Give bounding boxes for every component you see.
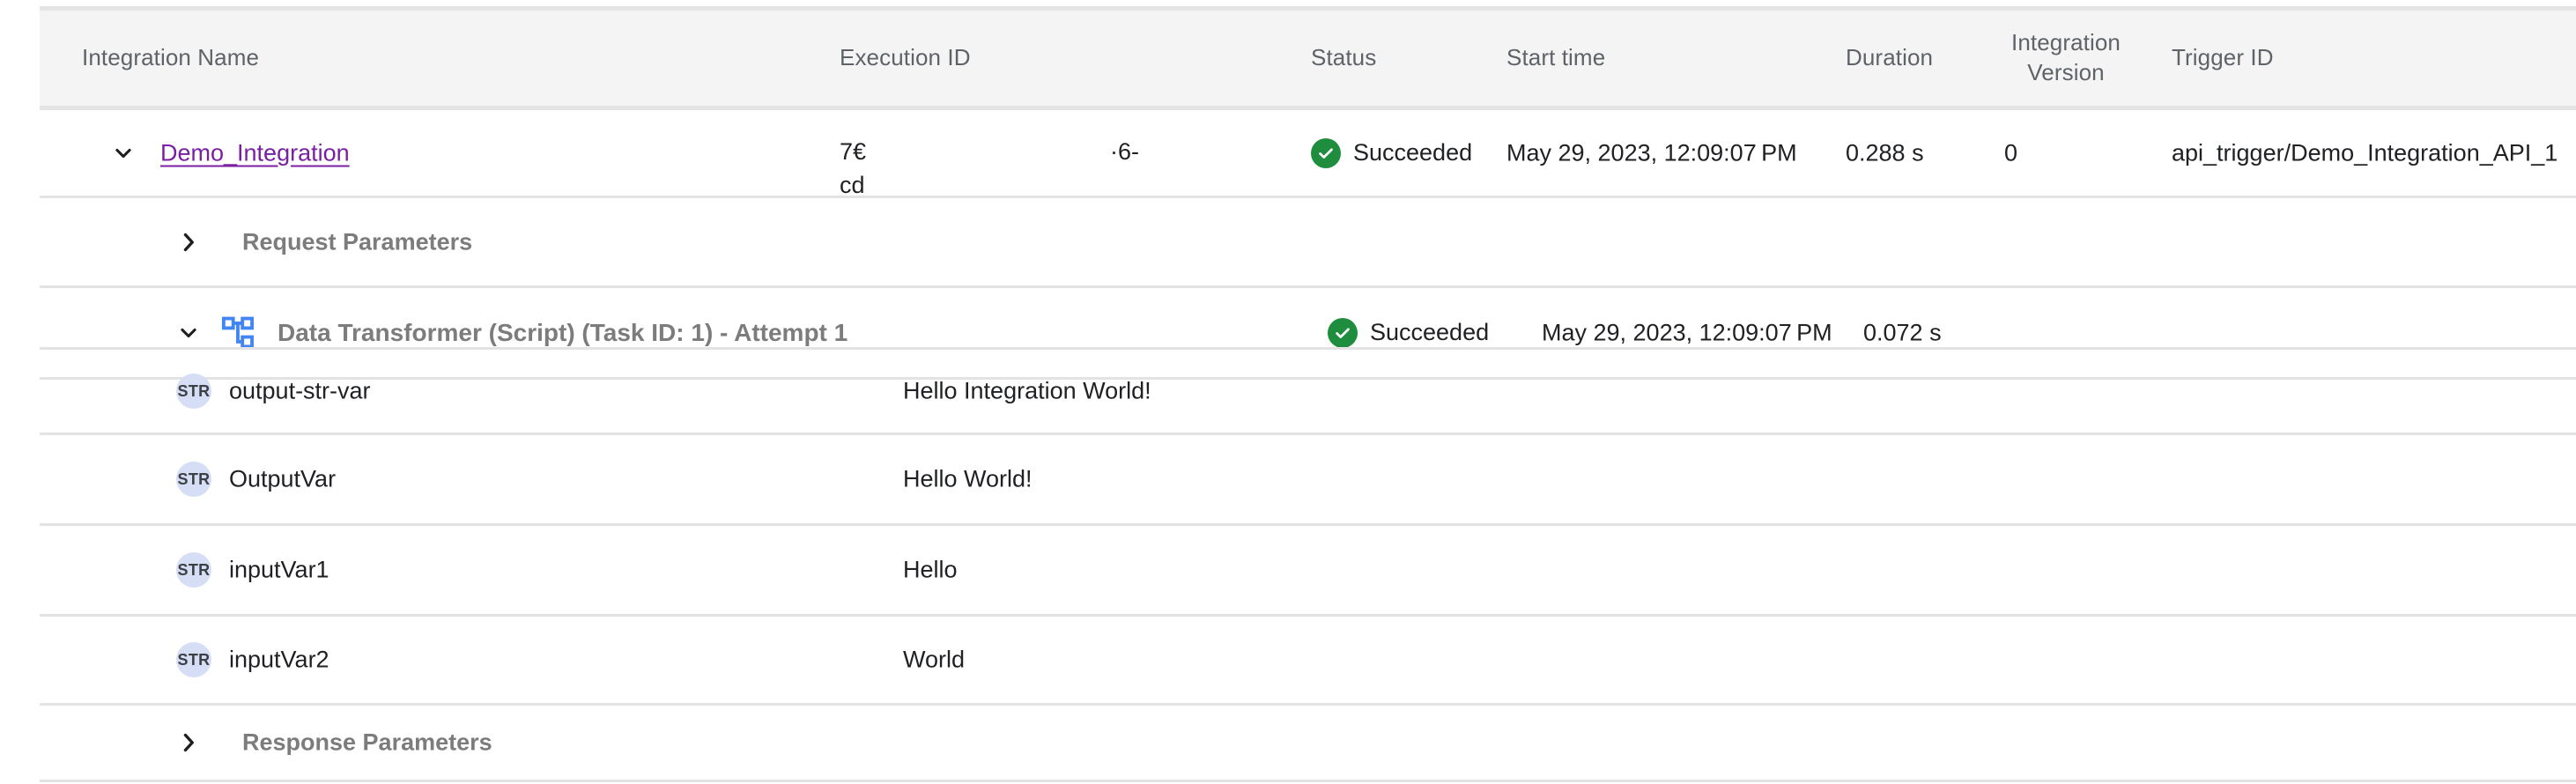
task-duration-value: 0.072 s [1863,319,1942,346]
variable-row[interactable]: STR OutputVar Hello World! [40,433,2576,523]
column-header-integration-name: Integration Name [82,44,259,72]
task-label: Data Transformer (Script) (Task ID: 1) -… [278,319,848,347]
table-header-row: Integration Name Execution ID Status Sta… [40,6,2576,110]
variable-value: Hello World! [903,466,1033,493]
type-badge-str: STR [176,374,211,409]
duration-value: 0.288 s [1846,139,1924,166]
request-parameters-label: Request Parameters [242,228,472,255]
integration-version-value: 0 [2004,139,2017,166]
variable-row[interactable]: STR output-str-var Hello Integration Wor… [40,347,2576,433]
execution-logs-table: Integration Name Execution ID Status Sta… [0,0,2576,784]
task-status-badge: Succeeded [1328,318,1489,348]
status-text: Succeeded [1353,139,1472,166]
execution-id-line2: cd [840,172,865,199]
column-header-integration-version: Integration Version [2000,28,2132,88]
task-start-time-value: May 29, 2023, 12:09:07 PM [1542,319,1832,346]
column-header-start-time: Start time [1506,44,1605,72]
variable-value: Hello [903,557,958,584]
execution-id-line1-tail: ·6- [1110,138,1139,166]
column-header-trigger-id: Trigger ID [2172,44,2274,72]
variable-name: inputVar1 [229,557,329,584]
type-badge-str: STR [176,642,211,677]
integration-name-link[interactable]: Demo_Integration [160,139,350,166]
variable-row[interactable]: STR inputVar2 World [40,614,2576,703]
chevron-down-icon[interactable] [108,138,138,168]
execution-row[interactable]: Demo_Integration 7€ ·6- cd Succeeded May… [40,110,2576,198]
trigger-id-value: api_trigger/Demo_Integration_API_1 [2172,139,2557,166]
type-badge-str: STR [176,462,211,497]
variable-name: OutputVar [229,466,336,493]
request-parameters-row[interactable]: Request Parameters [40,198,2576,288]
variable-value: World [903,647,965,674]
type-badge-str: STR [176,552,211,588]
response-parameters-label: Response Parameters [242,729,492,757]
chevron-down-icon[interactable] [174,318,204,348]
check-circle-icon [1311,138,1341,168]
chevron-right-icon[interactable] [174,728,204,758]
execution-id-line1: 7€ [840,138,866,166]
account-tree-icon [220,314,257,351]
variable-name: output-str-var [229,378,371,405]
task-status-text: Succeeded [1370,319,1489,346]
status-badge: Succeeded [1311,138,1472,168]
variable-row[interactable]: STR inputVar1 Hello [40,523,2576,614]
variable-value: Hello Integration World! [903,378,1151,405]
column-header-duration: Duration [1846,44,1933,72]
response-parameters-row[interactable]: Response Parameters [40,703,2576,782]
start-time-value: May 29, 2023, 12:09:07 PM [1506,139,1797,166]
column-header-execution-id: Execution ID [840,44,971,72]
column-header-status: Status [1311,44,1376,72]
variable-name: inputVar2 [229,647,329,674]
chevron-right-icon[interactable] [174,227,204,257]
check-circle-icon [1328,318,1358,348]
